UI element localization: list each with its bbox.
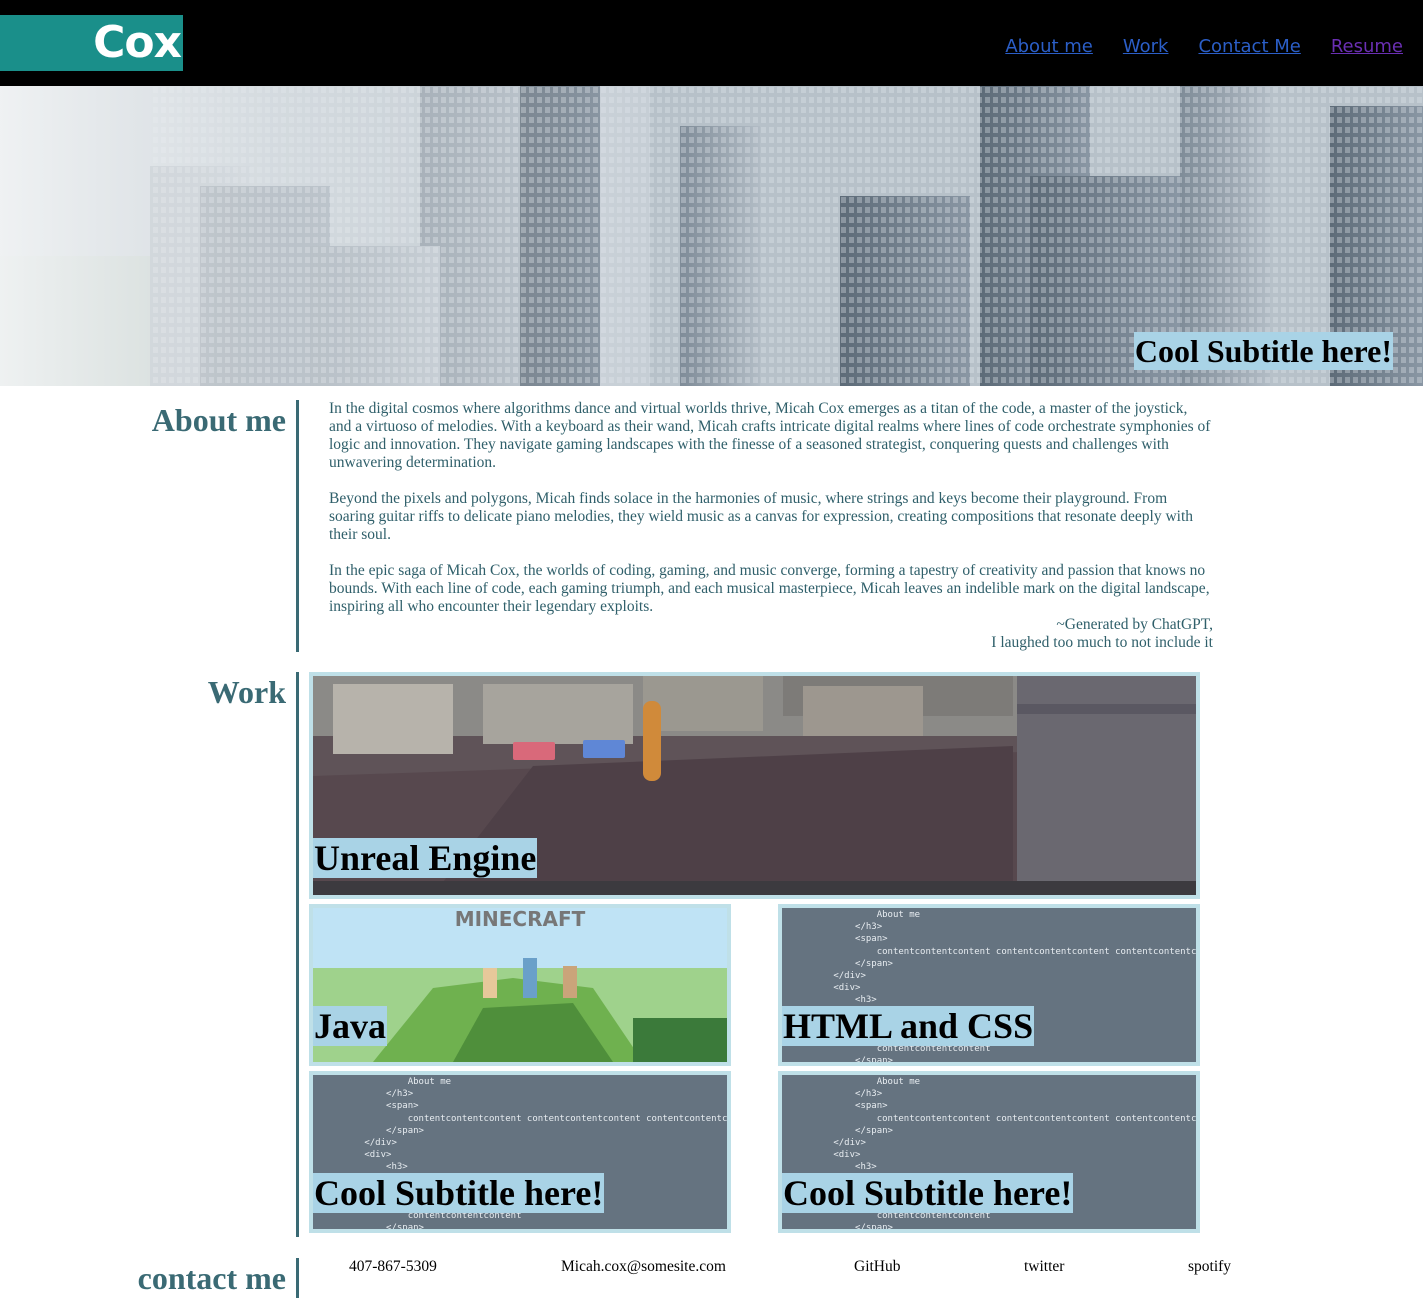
work-card-label: Java <box>313 1006 387 1046</box>
work-card-4[interactable]: About me </h3> <span> contentcontentcont… <box>309 1071 731 1233</box>
nav-work-link[interactable]: Work <box>1123 36 1169 57</box>
contact-spotify[interactable]: spotify <box>1188 1258 1231 1276</box>
about-heading: About me <box>151 402 286 438</box>
site-logo[interactable]: Cox <box>0 15 183 71</box>
work-heading: Work <box>207 674 286 710</box>
about-text: In the digital cosmos where algorithms d… <box>329 400 1213 652</box>
contact-heading: contact me <box>137 1260 286 1296</box>
work-card-html-css[interactable]: About me </h3> <span> contentcontentcont… <box>778 904 1200 1066</box>
work-divider <box>296 672 299 1237</box>
work-card-label: Cool Subtitle here! <box>313 1173 605 1213</box>
nav-contact-link[interactable]: Contact Me <box>1198 36 1300 57</box>
hero-subtitle: Cool Subtitle here! <box>1133 332 1393 370</box>
nav-about-link[interactable]: About me <box>1005 36 1093 57</box>
work-card-5[interactable]: About me </h3> <span> contentcontentcont… <box>778 1071 1200 1233</box>
hero-banner: Cool Subtitle here! <box>0 86 1423 386</box>
about-paragraph: In the epic saga of Micah Cox, the world… <box>329 562 1210 615</box>
contact-phone[interactable]: 407-867-5309 <box>349 1258 437 1276</box>
work-card-unreal[interactable]: Unreal Engine <box>309 672 1200 899</box>
contact-github[interactable]: GitHub <box>854 1258 901 1276</box>
about-divider <box>296 400 299 652</box>
work-card-label: Unreal Engine <box>313 838 538 878</box>
work-card-label: Cool Subtitle here! <box>782 1173 1074 1213</box>
nav-resume-link[interactable]: Resume <box>1331 36 1403 57</box>
main-nav: About me Work Contact Me Resume <box>1005 36 1403 57</box>
contact-email[interactable]: Micah.cox@somesite.com <box>561 1258 726 1276</box>
work-card-java[interactable]: MINECRAFT Java <box>309 904 731 1066</box>
about-signature-line: ~Generated by ChatGPT, <box>1056 616 1213 633</box>
about-paragraph: In the digital cosmos where algorithms d… <box>329 400 1211 471</box>
contact-twitter[interactable]: twitter <box>1024 1258 1064 1276</box>
work-card-label: HTML and CSS <box>782 1006 1035 1046</box>
site-header: Cox About me Work Contact Me Resume <box>0 0 1423 86</box>
minecraft-logo: MINECRAFT <box>455 908 586 931</box>
about-signature-line: I laughed too much to not include it <box>991 634 1213 651</box>
about-paragraph: Beyond the pixels and polygons, Micah fi… <box>329 490 1194 543</box>
contact-divider <box>296 1258 299 1298</box>
